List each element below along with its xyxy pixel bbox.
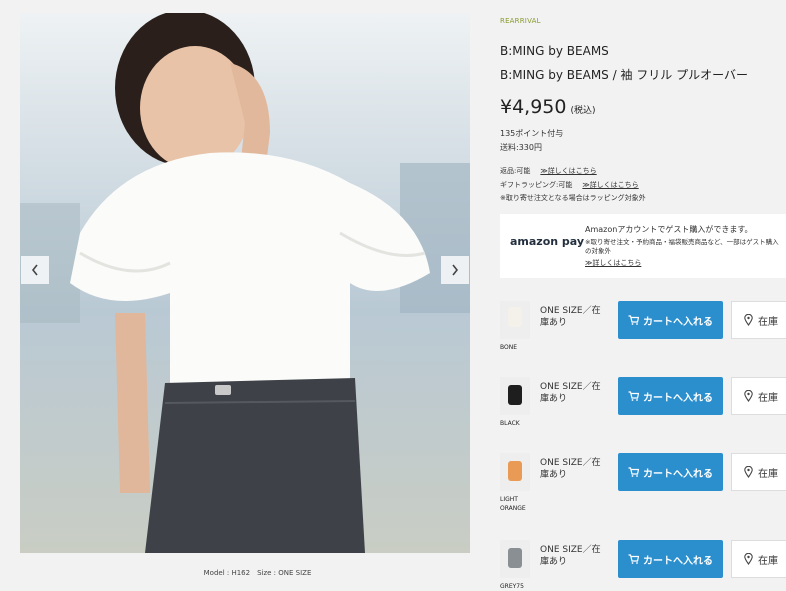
wrapping-label: ギフトラッピング:可能: [500, 181, 573, 189]
add-to-cart-label: カートへ入れる: [643, 468, 713, 480]
add-to-cart-button[interactable]: カートへ入れる: [618, 377, 723, 415]
wrapping-link[interactable]: ≫詳しくはこちら: [582, 181, 638, 189]
add-to-cart-label: カートへ入れる: [643, 316, 713, 328]
store-stock-button[interactable]: 在庫: [731, 377, 786, 415]
product-photo: [20, 13, 470, 553]
tax-label: (税込): [570, 106, 596, 116]
returns-info: 返品:可能 ≫詳しくはこちら: [500, 166, 597, 176]
points-text: 135ポイント付与: [500, 129, 564, 138]
add-to-cart-label: カートへ入れる: [643, 392, 713, 404]
amazon-pay-logo: amazon pay: [510, 235, 585, 248]
product-price: ¥4,950 (税込): [500, 96, 596, 118]
variant-color-label: GREY75: [500, 583, 524, 590]
brand-name[interactable]: B:MING by BEAMS: [500, 44, 609, 58]
product-title: B:MING by BEAMS / 袖 フリル プルオーバー: [500, 68, 748, 82]
amazon-pay-headline: Amazonアカウントでゲスト購入ができます。: [585, 225, 753, 234]
variant-stock: ONE SIZE／在庫あり: [540, 306, 601, 328]
variant-stock: ONE SIZE／在庫あり: [540, 382, 601, 404]
add-to-cart-button[interactable]: カートへ入れる: [618, 301, 723, 339]
variant-thumbnail[interactable]: [500, 453, 530, 491]
store-stock-button[interactable]: 在庫: [731, 540, 786, 578]
wrapping-note: ※取り寄せ注文となる場合はラッピング対象外: [500, 194, 646, 202]
store-stock-label: 在庫: [758, 468, 778, 480]
amazon-pay-link[interactable]: ≫詳しくはこちら: [585, 258, 641, 268]
cart-icon: [628, 467, 639, 477]
price-value: ¥4,950: [500, 96, 567, 118]
amazon-pay-note: ※取り寄せ注文・予約商品・福袋販売商品など、一部はゲスト購入の対象外: [585, 238, 779, 255]
map-pin-icon: [744, 314, 753, 326]
store-stock-button[interactable]: 在庫: [731, 453, 786, 491]
amazon-pay-box: amazon pay Amazonアカウントでゲスト購入ができます。 ※取り寄せ…: [500, 214, 786, 278]
shipping-text: 送料:330円: [500, 143, 542, 152]
chevron-right-icon: [452, 264, 459, 276]
store-stock-label: 在庫: [758, 392, 778, 404]
variant-color-label: BONE: [500, 344, 518, 351]
add-to-cart-button[interactable]: カートへ入れる: [618, 453, 723, 491]
add-to-cart-label: カートへ入れる: [643, 555, 713, 567]
map-pin-icon: [744, 466, 753, 478]
store-stock-label: 在庫: [758, 316, 778, 328]
store-stock-label: 在庫: [758, 555, 778, 567]
cart-icon: [628, 315, 639, 325]
map-pin-icon: [744, 390, 753, 402]
cart-icon: [628, 554, 639, 564]
gallery-next-button[interactable]: [441, 256, 469, 284]
variant-color-label: BLACK: [500, 420, 520, 427]
variant-stock: ONE SIZE／在庫あり: [540, 545, 601, 567]
map-pin-icon: [744, 553, 753, 565]
store-stock-button[interactable]: 在庫: [731, 301, 786, 339]
variant-thumbnail[interactable]: [500, 540, 530, 578]
wrapping-info: ギフトラッピング:可能 ≫詳しくはこちら: [500, 180, 639, 190]
returns-label: 返品:可能: [500, 167, 531, 175]
rearrival-label: REARRIVAL: [500, 17, 541, 25]
variant-color-label: LIGHT ORANGE: [500, 496, 526, 512]
chevron-left-icon: [31, 264, 38, 276]
variant-thumbnail[interactable]: [500, 301, 530, 339]
cart-icon: [628, 391, 639, 401]
variant-stock: ONE SIZE／在庫あり: [540, 458, 601, 480]
variant-thumbnail[interactable]: [500, 377, 530, 415]
photo-caption: Model : H162 Size : ONE SIZE: [203, 569, 312, 577]
returns-link[interactable]: ≫詳しくはこちら: [540, 167, 596, 175]
add-to-cart-button[interactable]: カートへ入れる: [618, 540, 723, 578]
gallery-prev-button[interactable]: [21, 256, 49, 284]
